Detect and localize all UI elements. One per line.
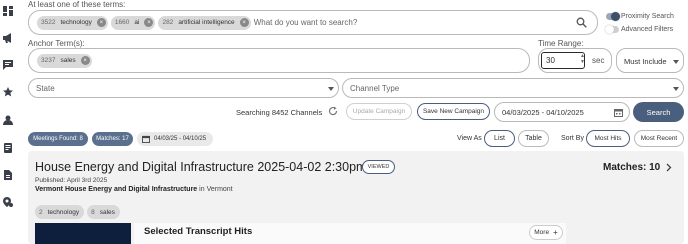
- sidebar: [0, 0, 16, 244]
- result-title[interactable]: House Energy and Digital Infrastructure …: [35, 160, 366, 174]
- search-icon[interactable]: [576, 17, 587, 30]
- committee-name[interactable]: Vermont House Energy and Digital Infrast…: [35, 186, 197, 193]
- published-date: Published: April 3rd 2025: [35, 177, 108, 184]
- remove-chip-icon[interactable]: ×: [144, 18, 154, 27]
- proximity-toggle[interactable]: [606, 12, 620, 21]
- date-badge: 04/03/25 - 04/10/25: [137, 132, 213, 146]
- view-table-button[interactable]: Table: [518, 130, 549, 147]
- sort-most-recent-button[interactable]: Most Recent: [634, 130, 684, 147]
- chevron-down-icon: [673, 87, 679, 91]
- location-settings-icon[interactable]: [2, 196, 13, 207]
- message-icon[interactable]: [2, 59, 13, 70]
- remove-chip-icon[interactable]: ×: [239, 18, 249, 27]
- date-range-value: 04/03/2025 - 04/10/2025: [502, 108, 584, 117]
- anchor-label: Anchor Term(s):: [28, 39, 85, 48]
- date-range-picker[interactable]: 04/03/2025 - 04/10/2025: [494, 102, 630, 122]
- time-range-field[interactable]: 30 ▲ ▼ sec: [538, 48, 612, 73]
- result-matches: Matches: 10: [603, 162, 661, 173]
- remove-chip-icon[interactable]: ×: [80, 56, 90, 65]
- stepper-arrows-icon[interactable]: ▲ ▼: [580, 53, 585, 65]
- terms-search-input[interactable]: What do you want to search?: [254, 18, 358, 27]
- terms-search-box[interactable]: 3522 technology × 1660 ai × 282 artificial in…: [28, 10, 598, 35]
- must-include-value: Must Include: [624, 57, 667, 66]
- megaphone-icon[interactable]: [2, 32, 13, 43]
- star-icon[interactable]: [2, 86, 13, 97]
- location-text: Vermont: [206, 186, 233, 193]
- refresh-icon[interactable]: [328, 106, 338, 118]
- must-include-select[interactable]: Must Include: [616, 48, 684, 73]
- dashboard-icon[interactable]: [2, 5, 13, 16]
- date-badge-text: 04/03/25 - 04/10/25: [154, 136, 207, 142]
- chevron-down-icon: [673, 60, 679, 64]
- notes-icon[interactable]: [2, 142, 13, 153]
- document-icon[interactable]: [2, 169, 13, 180]
- transcript-panel: Selected Transcript Hits: [134, 223, 566, 244]
- terms-label: At least one of these terms:: [28, 0, 126, 9]
- sort-by-label: Sort By: [561, 135, 584, 142]
- term-chip: 282 artificial intelligence ×: [158, 15, 251, 30]
- matches-badge: Matches: 17: [92, 132, 133, 146]
- term-chip: 8 sales: [87, 205, 120, 219]
- video-thumbnail[interactable]: [35, 223, 131, 244]
- channel-type-select[interactable]: Channel Type: [342, 78, 684, 98]
- advanced-filters-label: Advanced Filters: [621, 26, 674, 33]
- time-range-input[interactable]: 30: [541, 52, 585, 69]
- chevron-down-icon: [328, 87, 334, 91]
- anchor-chip: 3237 sales ×: [37, 53, 92, 68]
- search-button[interactable]: Search: [633, 102, 684, 122]
- save-campaign-button[interactable]: Save New Campaign: [417, 103, 490, 120]
- in-text: in: [199, 186, 205, 193]
- view-list-button[interactable]: List: [484, 130, 515, 147]
- term-chip: 1660 ai ×: [110, 15, 156, 30]
- proximity-label: Proximity Search: [621, 13, 674, 20]
- user-icon[interactable]: [2, 114, 13, 125]
- state-select[interactable]: State: [28, 78, 339, 98]
- committee-line: Vermont House Energy and Digital Infrast…: [35, 186, 233, 193]
- viewed-badge: VIEWED: [362, 160, 395, 174]
- channel-type-placeholder: Channel Type: [350, 84, 400, 93]
- calendar-icon[interactable]: [614, 108, 623, 119]
- advanced-filters-toggle[interactable]: [605, 25, 619, 34]
- state-placeholder: State: [36, 84, 55, 93]
- searching-channels-text: Searching 8452 Channels: [236, 108, 323, 117]
- time-unit: sec: [592, 56, 605, 65]
- more-button[interactable]: More +: [529, 225, 563, 240]
- term-chip: 3522 technology ×: [37, 15, 108, 30]
- remove-chip-icon[interactable]: ×: [96, 18, 106, 27]
- anchor-term-box[interactable]: 3237 sales ×: [28, 48, 530, 73]
- meetings-found-badge: Meetings Found: 8: [28, 132, 88, 146]
- transcript-title: Selected Transcript Hits: [144, 226, 253, 237]
- update-campaign-button[interactable]: Update Campaign: [346, 103, 412, 120]
- term-chip: 2 technology: [35, 205, 85, 219]
- sort-most-hits-button[interactable]: Most Hits: [586, 130, 630, 147]
- time-range-label: Time Range:: [538, 39, 584, 48]
- result-card[interactable]: House Energy and Digital Infrastructure …: [28, 151, 684, 244]
- chevron-right-icon[interactable]: [666, 163, 672, 174]
- view-as-label: View As: [457, 135, 482, 142]
- plus-icon: +: [553, 228, 558, 237]
- result-term-chips: 2 technology 8 sales: [35, 205, 123, 219]
- calendar-icon: [142, 135, 150, 143]
